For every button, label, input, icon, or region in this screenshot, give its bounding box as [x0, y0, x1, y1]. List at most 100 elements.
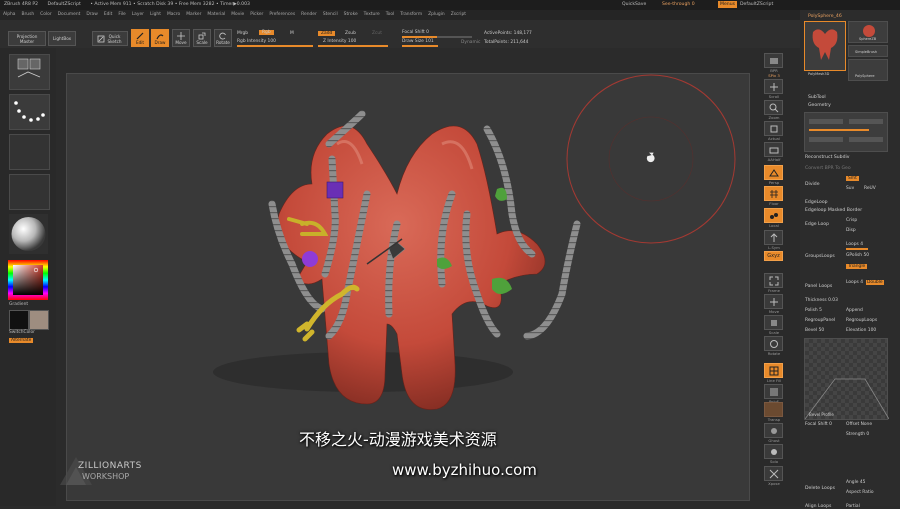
menu-color[interactable]: Color — [37, 10, 54, 20]
menu-preferences[interactable]: Preferences — [266, 10, 298, 20]
menu-brush[interactable]: Brush — [18, 10, 37, 20]
solo-button[interactable] — [764, 444, 783, 459]
lower-res-button[interactable] — [809, 119, 843, 124]
z-intensity-slider[interactable]: Z Intensity 100 — [323, 39, 356, 44]
menu-stroke[interactable]: Stroke — [341, 10, 361, 20]
move-view-button[interactable] — [764, 294, 783, 309]
menu-document[interactable]: Document — [55, 10, 84, 20]
projection-master-button[interactable]: Projection Master — [8, 31, 46, 46]
smt-toggle[interactable]: Smt — [846, 176, 859, 181]
zsub-button[interactable]: Zsub — [345, 31, 356, 36]
switch-color-button[interactable]: SwitchColor — [9, 330, 35, 335]
divide-button[interactable]: Divide — [805, 182, 820, 187]
scale-button[interactable]: Scale — [193, 29, 211, 47]
offset-slider[interactable]: Offset None — [846, 422, 872, 427]
tool-thumbnail-spherezb[interactable]: SphereZB — [848, 21, 888, 43]
color-picker[interactable] — [8, 260, 48, 300]
menu-transform[interactable]: Transform — [397, 10, 425, 20]
bevel-slider[interactable]: Bevel 50 — [805, 328, 824, 333]
focal-shift-curve-slider[interactable]: Focal Shift 0 — [805, 422, 832, 427]
panel-loops-button[interactable]: Panel Loops — [805, 284, 832, 289]
linefill-button[interactable] — [764, 363, 783, 378]
elevation-slider[interactable]: Elevation 100 — [846, 328, 876, 333]
main-color-swatch[interactable] — [9, 310, 29, 330]
texture-selector[interactable] — [9, 174, 50, 210]
alternate-button[interactable]: Alternate — [9, 338, 34, 343]
see-through-slider[interactable]: See-through 0 — [662, 0, 695, 10]
scale-view-button[interactable] — [764, 315, 783, 330]
thickness-slider[interactable]: Thickness 0.03 — [805, 298, 838, 303]
menu-macro[interactable]: Macro — [164, 10, 183, 20]
menu-layer[interactable]: Layer — [129, 10, 147, 20]
rgb-button[interactable]: Rgb — [259, 30, 274, 35]
edgeloop-masked-border-button[interactable]: Edgeloop Masked Border — [805, 208, 862, 213]
tool-thumbnail-current[interactable] — [804, 21, 846, 71]
delete-loops-button[interactable]: Delete Loops — [805, 486, 835, 491]
scroll-button[interactable] — [764, 79, 783, 94]
lightbox-button[interactable]: LightBox — [48, 31, 76, 46]
persp-button[interactable] — [764, 165, 783, 180]
transp-button[interactable] — [764, 402, 783, 417]
disp-toggle[interactable]: Disp — [846, 228, 856, 233]
menu-zscript[interactable]: Zscript — [448, 10, 469, 20]
menu-picker[interactable]: Picker — [247, 10, 266, 20]
tool-thumbnail-simplebrush[interactable]: SimpleBrush — [848, 45, 888, 57]
gxyz-button[interactable]: Gxyz — [764, 251, 783, 261]
tool-thumbnail-polysphere[interactable]: PolySphere — [848, 59, 888, 81]
zadd-button[interactable]: Zadd — [318, 31, 336, 36]
alpha-selector[interactable] — [9, 134, 50, 170]
m-button[interactable]: M — [290, 31, 294, 36]
suv-toggle[interactable]: Suv — [846, 186, 854, 191]
edit-button[interactable]: Edit — [131, 29, 149, 47]
menu-render[interactable]: Render — [298, 10, 320, 20]
del-lower-button[interactable] — [809, 137, 843, 142]
regroup-loops-toggle[interactable]: RegroupLoops — [846, 318, 877, 323]
sdiv-slider[interactable] — [809, 129, 869, 131]
polyf-button[interactable] — [764, 384, 783, 399]
stroke-selector[interactable] — [9, 94, 50, 130]
menu-alpha[interactable]: Alpha — [0, 10, 18, 20]
angle-slider[interactable]: Angle 45 — [846, 480, 865, 485]
subtool-section[interactable]: SubTool — [808, 95, 826, 100]
rotate-button[interactable]: Rotate — [214, 29, 232, 47]
frame-button[interactable] — [764, 273, 783, 288]
spix-slider[interactable]: SPix 3 — [762, 73, 786, 78]
edge-loop-button[interactable]: Edge Loop — [805, 222, 829, 227]
edgeloop-section[interactable]: EdgeLoop — [805, 200, 828, 205]
menu-light[interactable]: Light — [147, 10, 164, 20]
floor-button[interactable] — [764, 186, 783, 201]
zoom-button[interactable] — [764, 100, 783, 115]
menu-tool[interactable]: Tool — [383, 10, 398, 20]
reuv-toggle[interactable]: ReUV — [864, 186, 876, 191]
material-selector[interactable] — [9, 214, 48, 254]
menu-file[interactable]: File — [115, 10, 128, 20]
brush-selector[interactable] — [9, 54, 50, 90]
move-button[interactable]: Move — [172, 29, 190, 47]
menu-texture[interactable]: Texture — [361, 10, 383, 20]
triangle-toggle[interactable]: Triangle — [846, 264, 868, 269]
group-loops-button[interactable]: GroupsLoops — [805, 254, 835, 259]
dynamic-toggle[interactable]: Dynamic — [461, 40, 480, 45]
loops-slider[interactable]: Loops 4 — [846, 242, 863, 247]
reconstruct-subdiv-button[interactable]: Reconstruct Subdiv — [805, 155, 850, 160]
default-script-button[interactable]: DefaultZScript — [740, 0, 773, 10]
xpose-button[interactable] — [764, 466, 783, 481]
double-toggle[interactable]: Double — [866, 280, 884, 285]
draw-button[interactable]: Draw — [151, 29, 169, 47]
geometry-section[interactable]: Geometry — [808, 103, 831, 108]
quick-sketch-button[interactable]: Quick Sketch — [92, 31, 128, 46]
partial-toggle[interactable]: Partial — [846, 504, 860, 509]
lsym-button[interactable] — [764, 230, 783, 245]
menu-edit[interactable]: Edit — [101, 10, 116, 20]
zcut-button[interactable]: Zcut — [372, 31, 382, 36]
rgb-intensity-slider[interactable]: Rgb Intensity 100 — [237, 39, 276, 44]
actual-button[interactable] — [764, 121, 783, 136]
align-loops-button[interactable]: Align Loops — [805, 504, 831, 509]
menu-stencil[interactable]: Stencil — [320, 10, 341, 20]
rotate-view-button[interactable] — [764, 336, 783, 351]
secondary-color-swatch[interactable] — [29, 310, 49, 330]
menu-marker[interactable]: Marker — [183, 10, 204, 20]
aspect-ratio-slider[interactable]: Aspect Ratio — [846, 490, 874, 495]
strength-slider[interactable]: Strength 0 — [846, 432, 869, 437]
append-toggle[interactable]: Append — [846, 308, 863, 313]
